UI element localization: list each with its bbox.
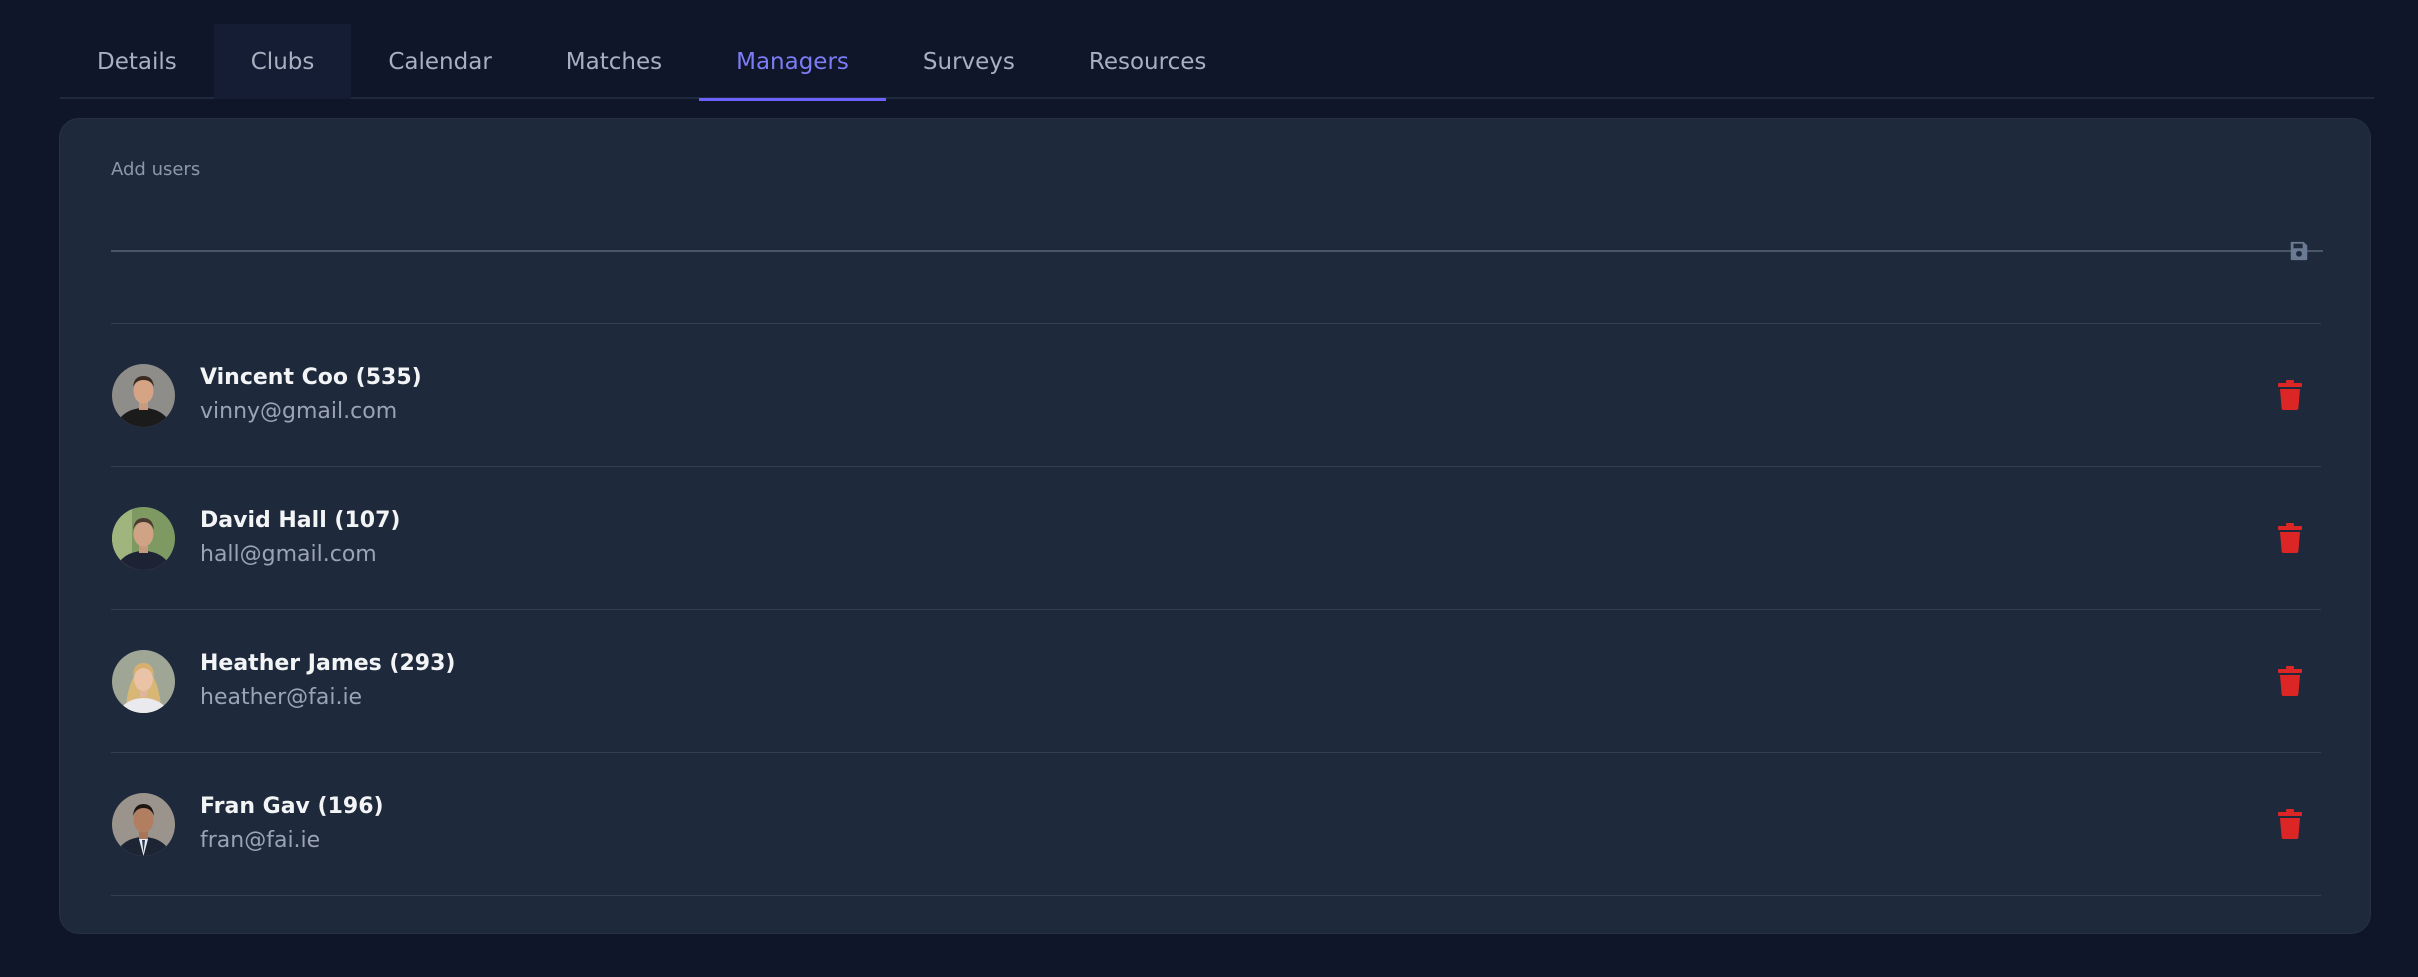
manager-email: fran@fai.ie bbox=[200, 827, 321, 853]
list-item: Heather James (293) heather@fai.ie bbox=[111, 610, 2321, 753]
delete-button[interactable] bbox=[2275, 521, 2305, 555]
manager-email: heather@fai.ie bbox=[200, 684, 363, 710]
add-users-label: Add users bbox=[111, 159, 201, 180]
tab-clubs[interactable]: Clubs bbox=[213, 24, 352, 99]
tab-surveys[interactable]: Surveys bbox=[886, 24, 1052, 99]
managers-card: Add users Vincent Coo (535) vinny@gmail.… bbox=[59, 118, 2371, 934]
manager-email: hall@gmail.com bbox=[200, 541, 377, 567]
avatar bbox=[112, 363, 175, 427]
trash-icon bbox=[2278, 809, 2302, 839]
avatar-image bbox=[112, 649, 175, 713]
tab-details[interactable]: Details bbox=[60, 24, 214, 99]
tab-bar: Details Clubs Calendar Matches Managers … bbox=[60, 24, 2374, 101]
add-users-input[interactable] bbox=[111, 209, 2261, 243]
list-item: Fran Gav (196) fran@fai.ie bbox=[111, 753, 2321, 896]
avatar bbox=[112, 792, 175, 856]
tab-managers[interactable]: Managers bbox=[699, 24, 886, 101]
save-button[interactable] bbox=[2285, 237, 2313, 265]
add-users-field: Add users bbox=[111, 159, 2323, 261]
managers-page: Details Clubs Calendar Matches Managers … bbox=[0, 0, 2418, 977]
delete-button[interactable] bbox=[2275, 378, 2305, 412]
trash-icon bbox=[2278, 666, 2302, 696]
manager-name: Heather James (293) bbox=[200, 650, 456, 676]
avatar-image bbox=[112, 363, 175, 427]
delete-button[interactable] bbox=[2275, 807, 2305, 841]
avatar-image bbox=[112, 506, 175, 570]
manager-name: David Hall (107) bbox=[200, 507, 401, 533]
list-item: Vincent Coo (535) vinny@gmail.com bbox=[111, 324, 2321, 467]
avatar-image bbox=[112, 792, 175, 856]
tab-matches[interactable]: Matches bbox=[529, 24, 699, 99]
tab-calendar[interactable]: Calendar bbox=[351, 24, 528, 99]
save-icon bbox=[2290, 241, 2308, 261]
manager-email: vinny@gmail.com bbox=[200, 398, 398, 424]
managers-list: Vincent Coo (535) vinny@gmail.com David … bbox=[111, 323, 2321, 896]
list-item: David Hall (107) hall@gmail.com bbox=[111, 467, 2321, 610]
trash-icon bbox=[2278, 380, 2302, 410]
trash-icon bbox=[2278, 523, 2302, 553]
avatar bbox=[112, 506, 175, 570]
tab-resources[interactable]: Resources bbox=[1052, 24, 1243, 99]
delete-button[interactable] bbox=[2275, 664, 2305, 698]
manager-name: Fran Gav (196) bbox=[200, 793, 384, 819]
manager-name: Vincent Coo (535) bbox=[200, 364, 422, 390]
avatar bbox=[112, 649, 175, 713]
